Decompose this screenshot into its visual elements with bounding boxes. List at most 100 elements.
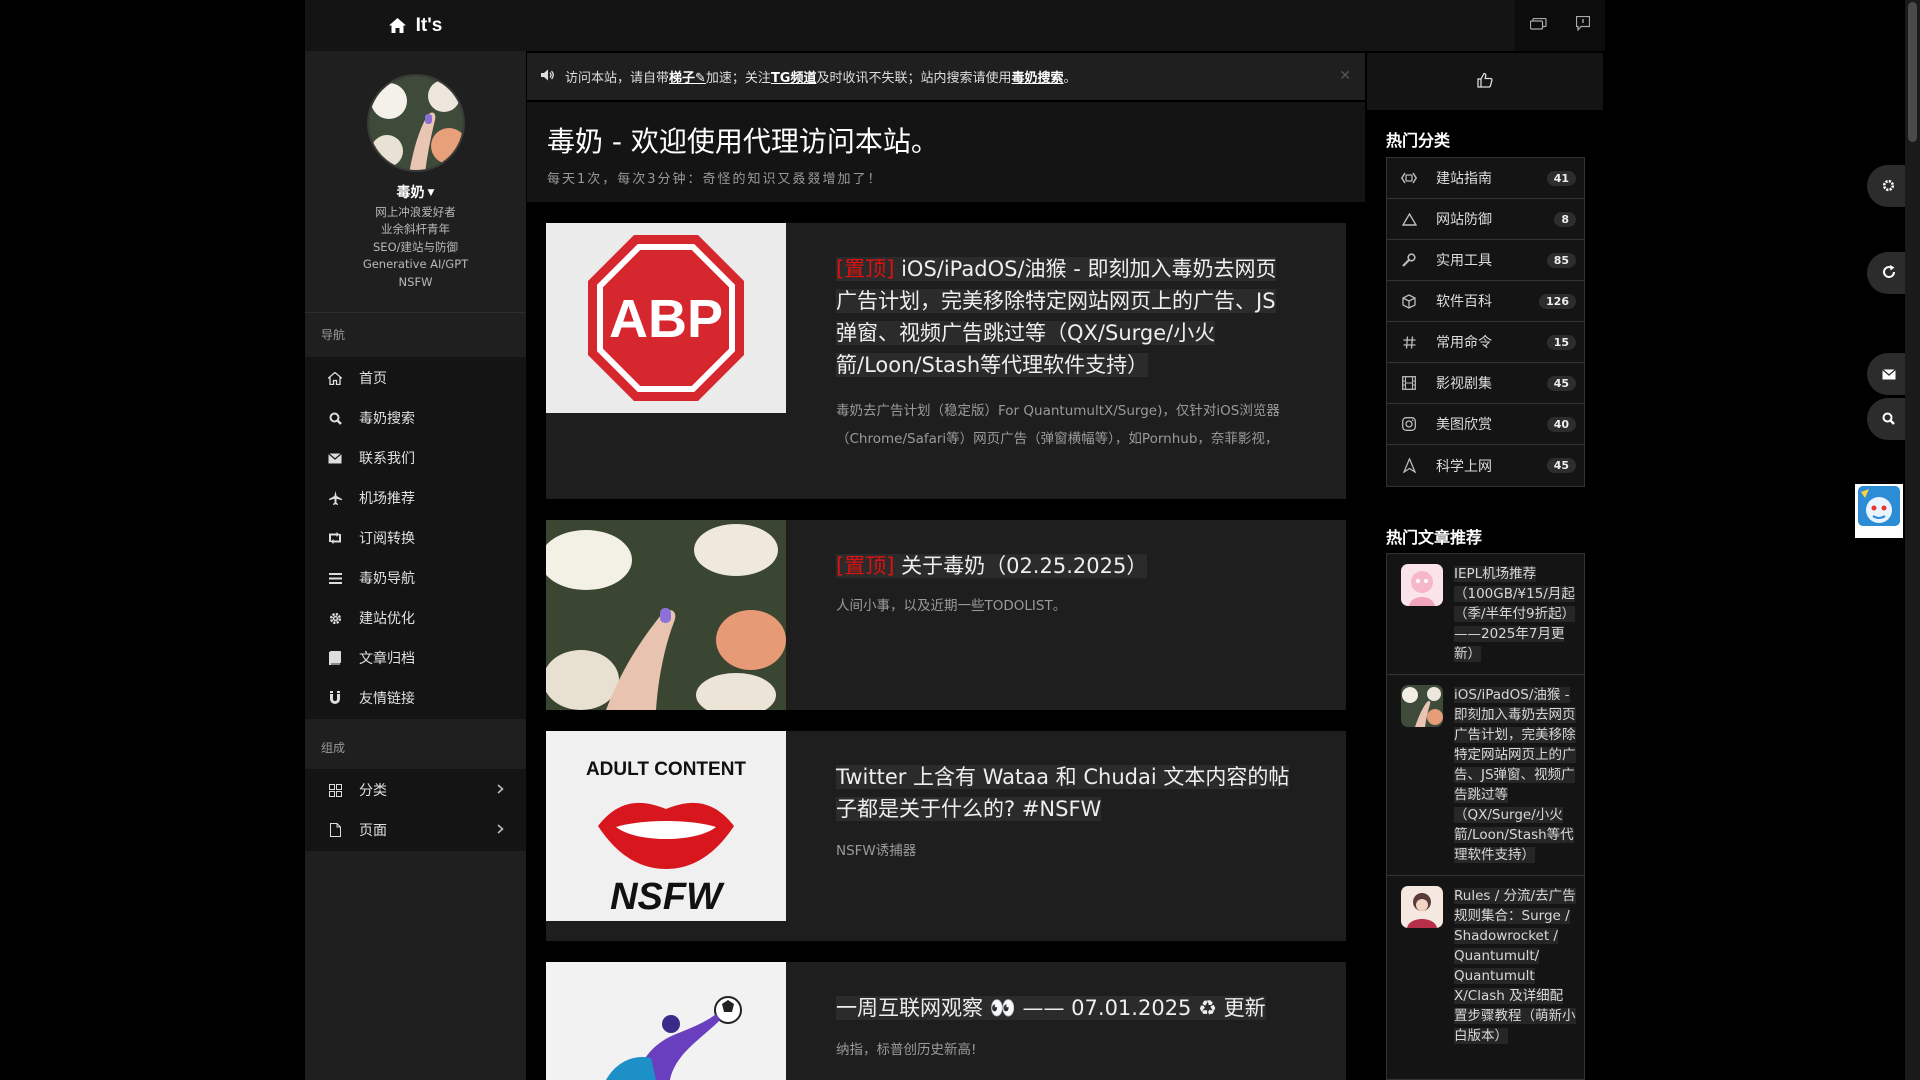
- nav-item-contact[interactable]: 联系我们: [305, 438, 526, 478]
- post-title-text: 关于毒奶（02.25.2025）: [901, 554, 1148, 578]
- scrollbar[interactable]: [1905, 0, 1920, 1080]
- hot-article-title: IEPL机场推荐（100GB/¥15/月起（季/半年付9折起）——2025年7月…: [1454, 564, 1576, 664]
- pinned-badge: [置顶]: [836, 554, 895, 578]
- chat-icon[interactable]: [1529, 16, 1547, 35]
- nav-item-label: 页面: [359, 823, 387, 839]
- count-badge: 15: [1546, 334, 1576, 350]
- post-card[interactable]: [置顶] 关于毒奶（02.25.2025） 人间小事，以及近期一些TODOLIS…: [546, 520, 1346, 710]
- nav-item-links[interactable]: 友情链接: [305, 678, 526, 718]
- category-item[interactable]: 软件百科 126: [1387, 281, 1584, 322]
- code-icon: [1401, 172, 1417, 184]
- proxy-link[interactable]: 梯子✎: [669, 67, 706, 86]
- close-icon[interactable]: ✕: [1339, 68, 1351, 84]
- nav-item-airport[interactable]: 机场推荐: [305, 478, 526, 518]
- file-icon: [327, 823, 343, 837]
- article-thumbnail: [1401, 685, 1443, 727]
- left-sidebar: It's 毒奶 ▼ 网上冲浪爱好者 业余斜杆青年 SEO/建站与防御 Genera…: [305, 0, 526, 1080]
- speaker-icon: [541, 69, 555, 85]
- refresh-icon: [1882, 264, 1896, 283]
- post-title[interactable]: 一周互联网观察 👀 —— 07.01.2025 ♻ 更新: [836, 992, 1296, 1024]
- hot-article-item[interactable]: IEPL机场推荐（100GB/¥15/月起（季/半年付9折起）——2025年7月…: [1387, 554, 1584, 675]
- hot-article-item[interactable]: Rules / 分流/去广告规则集合：Surge / Shadowrocket …: [1387, 876, 1584, 1056]
- search-icon: [1882, 410, 1895, 429]
- category-item[interactable]: 实用工具 85: [1387, 240, 1584, 281]
- category-label: 软件百科: [1436, 294, 1492, 310]
- bio-line: 网上冲浪爱好者: [375, 205, 456, 219]
- category-list: 建站指南 41 网站防御 8 实用工具 85 软件百科 126 常用命令 15 …: [1386, 157, 1585, 487]
- nav-item-archive[interactable]: 文章归档: [305, 638, 526, 678]
- category-item[interactable]: 网站防御 8: [1387, 199, 1584, 240]
- nav-item-label: 文章归档: [359, 651, 415, 667]
- nav-item-pages[interactable]: 页面: [305, 810, 526, 850]
- hot-categories-title: 热门分类: [1386, 131, 1451, 150]
- nav-heading: 导航: [321, 328, 346, 342]
- author-name[interactable]: 毒奶 ▼: [305, 182, 526, 202]
- site-search-link[interactable]: 毒奶搜索: [1012, 67, 1064, 86]
- thumbs-up-icon: [1477, 72, 1493, 92]
- post-thumbnail[interactable]: ADULT CONTENT NSFW: [546, 731, 786, 921]
- thumb-bottom-text: NSFW: [610, 876, 725, 918]
- nav-item-label: 毒奶导航: [359, 571, 415, 587]
- hot-article-list: IEPL机场推荐（100GB/¥15/月起（季/半年付9折起）——2025年7月…: [1386, 553, 1585, 1080]
- group-nav: 分类 页面: [305, 769, 526, 851]
- post-thumbnail[interactable]: ABP: [546, 223, 786, 413]
- post-excerpt: 纳指，标普创历史新高!: [836, 1042, 977, 1058]
- category-item[interactable]: 美图欣赏 40: [1387, 404, 1584, 445]
- nav-item-search[interactable]: 毒奶搜索: [305, 398, 526, 438]
- tg-channel-link[interactable]: TG频道: [771, 67, 817, 86]
- home-icon: [388, 18, 406, 33]
- main-nav: 首页 毒奶搜索 联系我们 机场推荐 订阅转换 毒奶导航 建站优化 文章归档 友情…: [305, 357, 526, 719]
- post-card[interactable]: ADULT CONTENT NSFW Twitter 上含有 Wataa 和 C…: [546, 731, 1346, 941]
- post-body: Twitter 上含有 Wataa 和 Chudai 文本内容的帖子都是关于什么…: [836, 761, 1296, 865]
- nav-item-label: 建站优化: [359, 611, 415, 627]
- list-icon: [327, 572, 343, 584]
- post-title[interactable]: [置顶] iOS/iPadOS/油猴 - 即刻加入毒奶去网页广告计划，完美移除特…: [836, 253, 1296, 381]
- brand-link[interactable]: It's: [305, 0, 526, 51]
- category-item[interactable]: 影视剧集 45: [1387, 363, 1584, 404]
- post-thumbnail[interactable]: [546, 962, 786, 1080]
- mascot-widget[interactable]: [1855, 484, 1903, 538]
- post-body: 一周互联网观察 👀 —— 07.01.2025 ♻ 更新 纳指，标普创历史新高!: [836, 992, 1296, 1064]
- nav-item-label: 联系我们: [359, 451, 415, 467]
- post-title-text: Twitter 上含有 Wataa 和 Chudai 文本内容的帖子都是关于什么…: [836, 765, 1290, 821]
- nav-item-navigation[interactable]: 毒奶导航: [305, 558, 526, 598]
- category-label: 网站防御: [1436, 212, 1492, 228]
- notice-text: 及时收讯不失联；站内搜索请使用: [816, 71, 1012, 86]
- nav-item-categories[interactable]: 分类: [305, 770, 526, 810]
- grid-icon: [327, 783, 343, 797]
- post-card[interactable]: ABP [置顶] iOS/iPadOS/油猴 - 即刻加入毒奶去网页广告计划，完…: [546, 223, 1346, 499]
- category-item[interactable]: 建站指南 41: [1387, 158, 1584, 199]
- post-body: [置顶] iOS/iPadOS/油猴 - 即刻加入毒奶去网页广告计划，完美移除特…: [836, 253, 1296, 453]
- top-header: [526, 0, 1605, 51]
- hash-icon: [1401, 335, 1417, 349]
- category-label: 影视剧集: [1436, 376, 1492, 392]
- hot-article-item[interactable]: iOS/iPadOS/油猴 - 即刻加入毒奶去网页广告计划，完美移除特定网站网页…: [1387, 675, 1584, 876]
- count-badge: 45: [1546, 375, 1576, 391]
- post-title-text: 一周互联网观察 👀 —— 07.01.2025 ♻ 更新: [836, 996, 1266, 1020]
- category-item[interactable]: 科学上网 45: [1387, 445, 1584, 486]
- comment-icon[interactable]: [1576, 15, 1591, 35]
- category-item[interactable]: 常用命令 15: [1387, 322, 1584, 363]
- like-button[interactable]: [1367, 53, 1603, 110]
- wrench-icon: [1401, 253, 1417, 267]
- avatar[interactable]: [366, 74, 465, 172]
- post-excerpt: NSFW诱捕器: [836, 843, 917, 859]
- count-badge: 126: [1539, 293, 1576, 309]
- scrollbar-thumb[interactable]: [1908, 2, 1917, 142]
- page-subtitle: 每天1次，每次3分钟：奇怪的知识又叒叕增加了！: [547, 172, 883, 187]
- nav-item-subscription[interactable]: 订阅转换: [305, 518, 526, 558]
- thumb-top-text: ADULT CONTENT: [586, 759, 746, 780]
- nav-item-optimization[interactable]: 建站优化: [305, 598, 526, 638]
- post-thumbnail[interactable]: [546, 520, 786, 710]
- count-badge: 45: [1546, 458, 1576, 473]
- hot-article-title: Rules / 分流/去广告规则集合：Surge / Shadowrocket …: [1454, 886, 1576, 1046]
- nav-item-home[interactable]: 首页: [305, 358, 526, 398]
- nav-item-label: 友情链接: [359, 691, 415, 707]
- post-title[interactable]: [置顶] 关于毒奶（02.25.2025）: [836, 550, 1296, 582]
- nav-item-label: 订阅转换: [359, 531, 415, 547]
- post-card[interactable]: 一周互联网观察 👀 —— 07.01.2025 ♻ 更新 纳指，标普创历史新高!: [546, 962, 1346, 1080]
- film-icon: [1401, 376, 1417, 390]
- post-title[interactable]: Twitter 上含有 Wataa 和 Chudai 文本内容的帖子都是关于什么…: [836, 761, 1296, 825]
- notice-text: 加速；关注: [705, 71, 771, 86]
- post-body: [置顶] 关于毒奶（02.25.2025） 人间小事，以及近期一些TODOLIS…: [836, 550, 1296, 620]
